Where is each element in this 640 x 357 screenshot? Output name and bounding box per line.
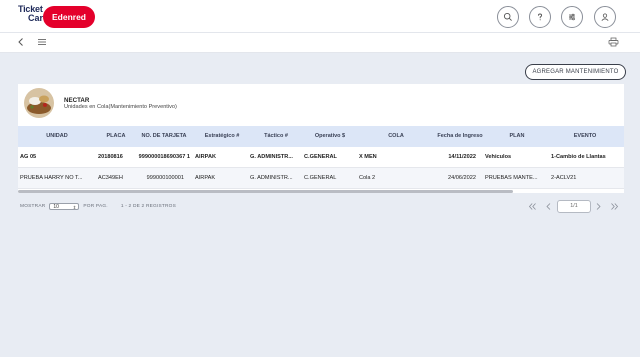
column-header-evento[interactable]: EVENTO — [546, 126, 624, 147]
maintenance-queue-card: NECTAR Unidades en Cola(Mantenimiento Pr… — [18, 84, 624, 193]
cell-placa: 20180816 — [98, 154, 123, 160]
double-chevron-right-icon — [610, 202, 618, 210]
column-header-operativo[interactable]: Operativo $ — [300, 126, 360, 147]
cell-estrategico: AIRPAK — [195, 175, 216, 181]
cell-operativo: C.GENERAL — [304, 175, 337, 181]
column-header-estrategico[interactable]: Estratégico # — [192, 126, 252, 147]
column-header-unidad[interactable]: UNIDAD — [18, 126, 96, 147]
cell-fecha-ingreso: 14/11/2022 — [448, 154, 476, 160]
double-chevron-left-icon — [528, 202, 536, 210]
cell-operativo: C.GENERAL — [304, 154, 337, 160]
column-header-placa[interactable]: PLACA — [96, 126, 136, 147]
cell-plan: Vehiculos — [485, 154, 512, 160]
back-button[interactable] — [15, 36, 27, 48]
cell-evento: 1-Cambio de Llantas — [551, 154, 606, 160]
chevron-right-icon — [596, 202, 601, 210]
next-page-button[interactable] — [593, 201, 603, 211]
records-count: 1 - 2 DE 2 REGISTROS — [120, 204, 177, 209]
chevron-left-icon — [18, 38, 23, 46]
select-arrows-icon: ⇕ — [72, 205, 77, 210]
pagination-controls: 1/1 — [527, 199, 621, 213]
cell-cola: X MEN — [359, 154, 377, 160]
column-header-tarjeta[interactable]: NO. DE TARJETA — [136, 126, 192, 147]
first-page-button[interactable] — [527, 201, 537, 211]
cell-plan: PRUEBAS MANTE... — [485, 175, 538, 181]
filter-button[interactable] — [561, 6, 583, 28]
user-icon — [601, 13, 609, 21]
column-header-tactico[interactable]: Táctico # — [252, 126, 300, 147]
user-button[interactable] — [594, 6, 616, 28]
table-header: UNIDAD PLACA NO. DE TARJETA Estratégico … — [18, 126, 624, 147]
company-avatar — [24, 88, 54, 118]
print-button[interactable] — [607, 36, 620, 48]
chevron-left-icon — [545, 202, 550, 210]
per-page-label: POR PAG. — [83, 204, 108, 209]
cell-tarjeta: 999000100001 — [146, 175, 184, 181]
table-row[interactable]: AG 05 20180816 999000018690367 1 AIRPAK … — [18, 147, 624, 168]
show-label: MOSTRAR — [20, 204, 46, 209]
last-page-button[interactable] — [609, 201, 619, 211]
column-header-cola[interactable]: COLA — [360, 126, 432, 147]
company-name: NECTAR — [64, 97, 90, 104]
ticket-car-edenred-logo[interactable]: Ticket Car Edenred — [18, 5, 95, 28]
top-header: Ticket Car Edenred — [0, 0, 640, 32]
queue-description: Unidades en Cola(Mantenimiento Preventiv… — [64, 104, 177, 110]
help-icon — [537, 13, 543, 21]
page-indicator[interactable]: 1/1 — [557, 200, 591, 213]
cell-tactico: G. ADMINISTR... — [250, 154, 293, 160]
logo-badge-edenred: Edenred — [43, 6, 95, 28]
sub-toolbar — [0, 32, 640, 53]
page-size-control: MOSTRAR 10 ⇕ POR PAG. 1 - 2 DE 2 REGISTR… — [20, 202, 176, 211]
cell-estrategico: AIRPAK — [195, 154, 217, 160]
filter-icon — [569, 13, 575, 21]
column-header-fecha-ingreso[interactable]: Fecha de Ingreso — [432, 126, 488, 147]
horizontal-scrollbar[interactable] — [18, 190, 513, 193]
page-size-value: 10 — [53, 204, 59, 210]
cell-fecha-ingreso: 24/06/2022 — [448, 175, 476, 181]
menu-button[interactable] — [36, 36, 48, 48]
table-row[interactable]: PRUEBA HARRY NO T... AC349EH 99900010000… — [18, 168, 624, 189]
help-button[interactable] — [529, 6, 551, 28]
printer-icon — [608, 37, 619, 47]
cell-tarjeta: 999000018690367 1 — [138, 154, 190, 160]
logo-text-car: Car — [28, 13, 44, 23]
cell-cola: Cola 2 — [359, 175, 376, 181]
cell-unidad: PRUEBA HARRY NO T... — [20, 175, 83, 181]
search-icon — [503, 12, 512, 21]
cell-evento: 2-ACLV21 — [551, 175, 577, 181]
search-button[interactable] — [497, 6, 519, 28]
cell-tactico: G. ADMINISTR... — [250, 175, 293, 181]
column-header-plan[interactable]: PLAN — [488, 126, 546, 147]
cell-unidad: AG 05 — [20, 154, 37, 160]
page-size-select[interactable]: 10 ⇕ — [49, 203, 80, 210]
cell-placa: AC349EH — [98, 175, 123, 181]
hamburger-menu-icon — [38, 39, 46, 45]
add-maintenance-button[interactable]: AGREGAR MANTENIMIENTO — [525, 64, 626, 80]
previous-page-button[interactable] — [543, 201, 553, 211]
